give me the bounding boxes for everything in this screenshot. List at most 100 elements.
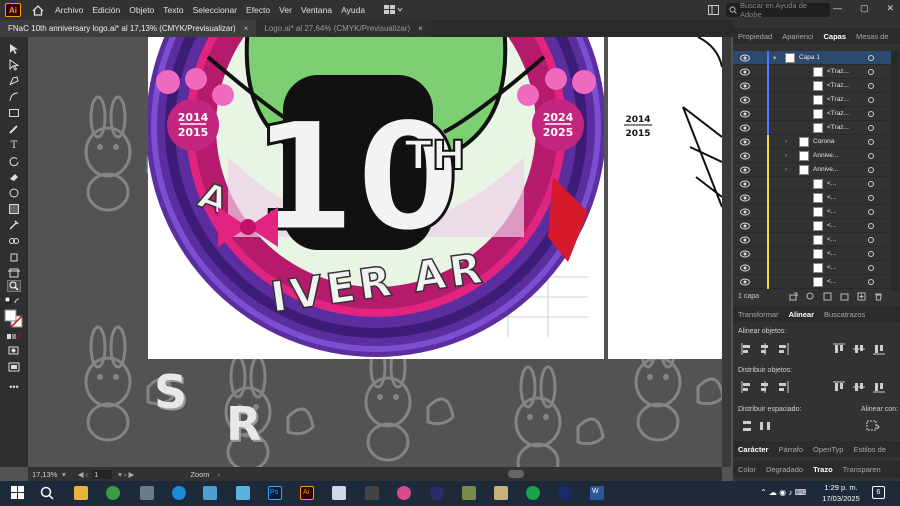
gradient-tool-icon[interactable] [7,203,21,215]
layer-row[interactable]: <... [733,177,891,191]
layer-row[interactable]: <... [733,205,891,219]
photoshop-icon[interactable]: Ps [268,486,282,500]
target-circle-icon[interactable] [868,279,874,285]
panel-toggle-icon[interactable] [708,5,719,15]
close-tab-icon[interactable]: × [418,24,423,33]
minimize-button[interactable]: — [833,3,842,14]
menu-efecto[interactable]: Efecto [246,5,270,15]
layer-row[interactable]: <Traz... [733,93,891,107]
visibility-eye-icon[interactable] [740,236,750,244]
distribute-2-icon[interactable] [759,381,771,393]
help-search-input[interactable]: Buscar en Ayuda de Adobe [740,1,830,19]
visibility-eye-icon[interactable] [740,68,750,76]
tab-trazo[interactable]: Trazo [808,465,838,474]
app-icon-10[interactable] [558,486,572,500]
distribute-6-icon[interactable] [873,381,885,393]
selection-tool-icon[interactable] [7,43,21,55]
expand-chevron-icon[interactable]: › [785,166,787,173]
tab-estilos[interactable]: Estilos de [848,445,891,454]
distribute-1-icon[interactable] [741,381,753,393]
target-circle-icon[interactable] [868,265,874,271]
distribute-horizontal-space-icon[interactable] [759,420,771,432]
app-icon-2[interactable] [236,486,250,500]
workspace-layout-icon[interactable] [384,4,406,16]
paintbrush-tool-icon[interactable] [7,123,21,135]
layer-row[interactable]: <... [733,233,891,247]
layer-row[interactable]: <Traz... [733,79,891,93]
app-icon-5[interactable] [397,486,411,500]
target-circle-icon[interactable] [868,97,874,103]
menu-archivo[interactable]: Archivo [55,5,83,15]
edge-icon[interactable] [172,486,186,500]
app-icon-3[interactable] [332,486,346,500]
target-circle-icon[interactable] [868,69,874,75]
direct-selection-tool-icon[interactable] [7,59,21,71]
target-circle-icon[interactable] [868,181,874,187]
horizontal-scroll-thumb[interactable] [508,470,524,478]
target-circle-icon[interactable] [868,167,874,173]
tab-transformar[interactable]: Transformar [733,310,784,319]
align-to-selection-icon[interactable] [866,420,880,432]
type-tool-icon[interactable]: T [7,139,21,151]
artboard-1[interactable]: 2014 2015 2024 2025 10 TH A IVER AR [148,37,604,359]
tab-fnac-anniversary[interactable]: FNaC 10th anniversary logo.ai* al 17,13%… [0,20,257,37]
distribute-3-icon[interactable] [777,381,789,393]
taskbar-clock[interactable]: 1:29 p. m. 17/03/2025 [818,482,864,504]
visibility-eye-icon[interactable] [740,250,750,258]
layers-scrollbar[interactable] [891,51,899,291]
file-explorer-icon[interactable] [74,486,88,500]
artboard-tool-icon[interactable] [7,267,21,279]
app-icon-8[interactable] [494,486,508,500]
distribute-vertical-space-icon[interactable] [741,420,753,432]
align-1-icon[interactable] [741,343,753,355]
align-6-icon[interactable] [873,343,885,355]
visibility-eye-icon[interactable] [740,166,750,174]
layer-row[interactable]: <Traz... [733,107,891,121]
layer-row[interactable]: <... [733,275,891,289]
menu-ver[interactable]: Ver [279,5,292,15]
more-tools-icon[interactable]: ••• [7,381,21,393]
align-5-icon[interactable] [853,343,865,355]
visibility-eye-icon[interactable] [740,194,750,202]
search-layer-icon[interactable] [806,292,815,301]
expand-chevron-icon[interactable]: ▾ [773,54,776,62]
distribute-4-icon[interactable] [833,381,845,393]
home-icon[interactable] [31,3,45,17]
layer-row[interactable]: <... [733,191,891,205]
search-taskbar-icon[interactable] [40,486,54,500]
menu-ayuda[interactable]: Ayuda [341,5,365,15]
visibility-eye-icon[interactable] [740,82,750,90]
visibility-eye-icon[interactable] [740,208,750,216]
visibility-eye-icon[interactable] [740,96,750,104]
notification-icon[interactable]: 6 [872,486,885,499]
windows-start-icon[interactable] [11,486,25,500]
app-icon-9[interactable] [526,486,540,500]
pen-tool-icon[interactable] [7,75,21,87]
target-circle-icon[interactable] [868,125,874,131]
layer-row[interactable]: <Traz... [733,65,891,79]
layer-row[interactable]: › Corona [733,135,891,149]
app-icon-7[interactable] [462,486,476,500]
tab-opentype[interactable]: OpenTyp [808,445,848,454]
color-mode-icon[interactable] [7,333,22,341]
zoom-tool-icon[interactable] [7,280,21,292]
calculator-icon[interactable] [140,486,154,500]
eyedropper-tool-icon[interactable] [7,219,21,231]
target-circle-icon[interactable] [868,153,874,159]
clipping-mask-icon[interactable] [823,292,832,301]
eraser-tool-icon[interactable] [7,171,21,183]
artboard-number[interactable]: 1 [92,469,113,479]
visibility-eye-icon[interactable] [740,110,750,118]
visibility-eye-icon[interactable] [740,222,750,230]
rectangle-tool-icon[interactable] [7,107,21,119]
target-circle-icon[interactable] [868,139,874,145]
app-icon-4[interactable] [365,486,379,500]
canvas-area[interactable]: 2014 2015 2024 2025 10 TH A IVER AR 2014… [28,37,722,467]
visibility-eye-icon[interactable] [740,138,750,146]
target-circle-icon[interactable] [868,237,874,243]
tab-color[interactable]: Color [733,465,761,474]
fill-stroke-swatch[interactable] [4,309,24,329]
new-layer-icon[interactable] [857,292,866,301]
visibility-eye-icon[interactable] [740,180,750,188]
help-search-box[interactable]: Buscar en Ayuda de Adobe [726,1,830,19]
